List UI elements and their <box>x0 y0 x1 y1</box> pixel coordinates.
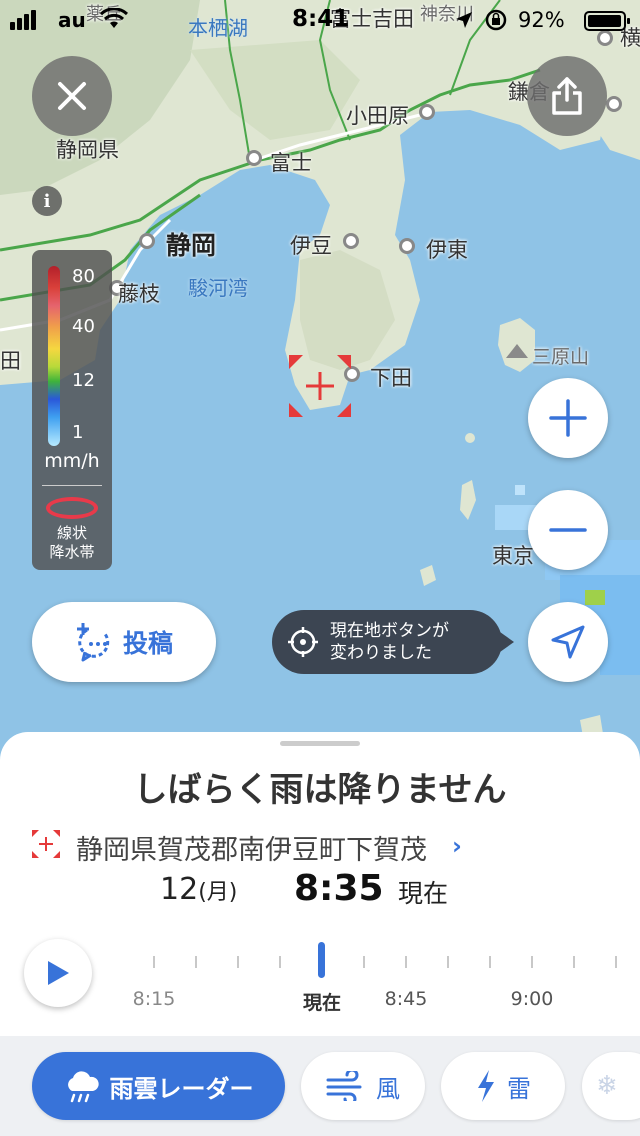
city-dot <box>606 96 622 112</box>
date-day: 12 <box>160 872 199 907</box>
map-label-tokyo: 東京 <box>492 544 534 568</box>
timeline-tick <box>447 956 449 968</box>
city-dot <box>399 238 415 254</box>
zoom-out-button[interactable] <box>528 490 608 570</box>
timeline-label-now: 現在 <box>302 992 342 1014</box>
snow-icon: ❄ <box>596 1071 618 1101</box>
map-label-odawara: 小田原 <box>346 104 409 128</box>
info-icon: i <box>43 190 51 212</box>
rotation-lock-icon <box>485 9 507 31</box>
city-dot <box>343 233 359 249</box>
timeline-label: 8:45 <box>384 988 428 1010</box>
navigation-arrow-icon <box>551 625 585 659</box>
legend-tick: 80 <box>72 266 95 287</box>
timeline-tick <box>237 956 239 968</box>
legend-line-label: 線状 降水帯 <box>49 524 95 561</box>
timeline-tick <box>363 956 365 968</box>
play-icon <box>48 961 69 985</box>
tab-snow[interactable]: ❄ <box>582 1052 640 1120</box>
play-button[interactable] <box>24 939 92 1007</box>
layer-tab-bar: 雨雲レーダー 風 雷 ❄ <box>0 1036 640 1136</box>
legend-tick: 1 <box>72 422 84 443</box>
tab-label: 風 <box>376 1074 400 1103</box>
tab-rain-radar[interactable]: 雨雲レーダー <box>32 1052 285 1120</box>
map-label-suruga-bay: 駿河湾 <box>188 276 248 300</box>
linear-rainband-icon <box>46 497 98 519</box>
location-arrow-icon <box>456 12 472 28</box>
map-label-ito: 伊東 <box>426 238 468 262</box>
city-dot <box>419 104 435 120</box>
timeline-cursor[interactable] <box>318 942 325 978</box>
chevron-right-icon[interactable]: › <box>452 832 462 860</box>
timeline-tick <box>573 956 575 968</box>
post-button-label: 投稿 <box>122 629 173 658</box>
sheet-grabber[interactable] <box>280 741 360 746</box>
tab-wind[interactable]: 風 <box>301 1052 425 1120</box>
city-dot <box>246 150 262 166</box>
location-address[interactable]: 静岡県賀茂郡南伊豆町下賀茂 <box>76 828 427 867</box>
legend-unit: mm/h <box>44 450 100 472</box>
battery-icon <box>584 11 630 31</box>
zoom-in-button[interactable] <box>528 378 608 458</box>
timeline-label: 8:15 <box>132 988 176 1010</box>
tab-thunder[interactable]: 雷 <box>441 1052 565 1120</box>
rain-cloud-icon <box>67 1071 99 1103</box>
carrier-label: au <box>58 8 86 32</box>
date-weekday: (月) <box>198 880 238 905</box>
timeline-tick <box>489 956 491 968</box>
plus-icon <box>549 399 587 437</box>
map-label-shizuoka-pref: 静岡県 <box>56 138 119 162</box>
forecast-headline: しばらく雨は降りません <box>133 770 507 810</box>
city-dot <box>139 233 155 249</box>
info-button[interactable]: i <box>32 186 62 216</box>
precipitation-legend: 80 40 12 1 mm/h 線状 降水帯 <box>32 250 112 570</box>
close-button[interactable] <box>32 56 112 136</box>
timeline-tick <box>195 956 197 968</box>
status-bar: au 8:41 92% <box>0 0 640 40</box>
status-time: 8:41 <box>292 6 350 32</box>
legend-color-bar <box>48 266 60 446</box>
post-comment-icon <box>76 623 110 662</box>
timeline-tick <box>153 956 155 968</box>
timeline-label: 9:00 <box>510 988 554 1010</box>
forecast-time: 8:35 <box>294 868 384 909</box>
current-location-button[interactable] <box>528 602 608 682</box>
share-icon <box>552 77 582 115</box>
timeline-tick <box>615 956 617 968</box>
location-marker-icon <box>32 830 60 858</box>
location-marker-icon <box>289 355 351 417</box>
timeline-tick <box>279 956 281 968</box>
map-label-shimoda: 下田 <box>370 366 412 390</box>
location-button-tooltip: 現在地ボタンが 変わりました <box>272 610 514 674</box>
map-label-fujieda: 藤枝 <box>118 282 160 306</box>
lightning-icon <box>478 1070 494 1102</box>
map-label-fuji: 富士 <box>270 151 312 175</box>
post-button[interactable]: 投稿 <box>32 602 216 682</box>
map-label-mihara: 三原山 <box>532 346 590 368</box>
legend-divider <box>42 485 102 486</box>
battery-percent: 92% <box>518 8 565 32</box>
legend-tick: 40 <box>72 316 95 337</box>
signal-icon <box>10 10 38 30</box>
crosshair-icon <box>288 627 318 657</box>
minus-icon <box>549 528 587 532</box>
now-label: 現在 <box>398 879 449 908</box>
tooltip-text: 現在地ボタンが 変わりました <box>330 621 449 663</box>
forecast-date: 12(月) <box>160 872 237 907</box>
map-label-izu: 伊豆 <box>290 234 332 258</box>
mountain-icon <box>506 344 528 358</box>
map-label-shizuoka: 静岡 <box>166 231 217 260</box>
tab-label: 雨雲レーダー <box>109 1074 254 1103</box>
wind-icon <box>326 1071 362 1101</box>
timeline-tick <box>405 956 407 968</box>
legend-tick: 12 <box>72 370 95 391</box>
tab-label: 雷 <box>507 1074 531 1103</box>
timeline-tick <box>531 956 533 968</box>
wifi-icon <box>100 8 128 28</box>
close-icon <box>58 82 86 110</box>
share-button[interactable] <box>527 56 607 136</box>
map-label-partial: 田 <box>0 349 21 373</box>
